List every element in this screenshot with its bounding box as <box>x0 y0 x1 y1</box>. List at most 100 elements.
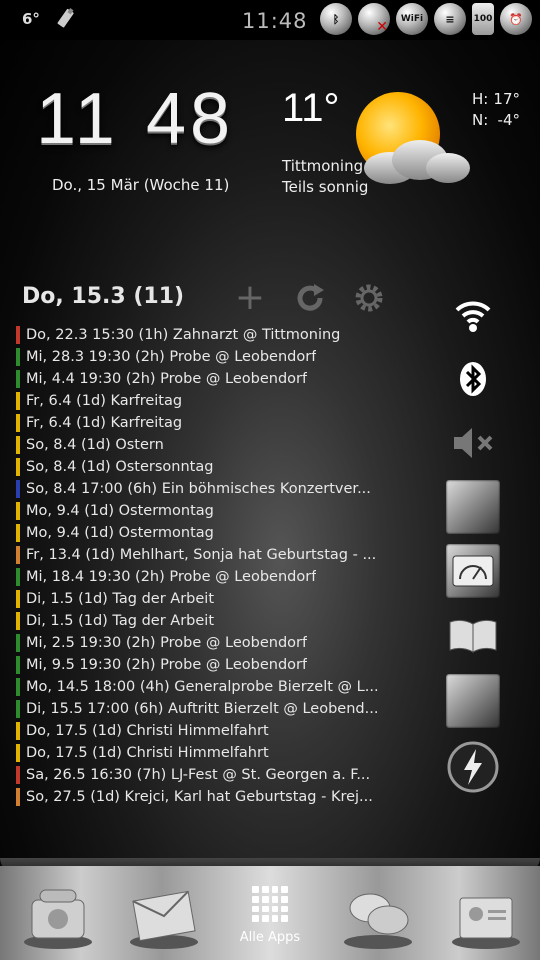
calendar-color-bar <box>16 370 20 388</box>
agenda-event-text: Fr, 13.4 (1d) Mehlhart, Sonja hat Geburt… <box>26 547 377 563</box>
calendar-color-bar <box>16 744 20 762</box>
calendar-color-bar <box>16 436 20 454</box>
agenda-event-text: So, 8.4 17:00 (6h) Ein böhmisches Konzer… <box>26 481 371 497</box>
power-bolt-icon[interactable] <box>446 740 500 794</box>
calendar-color-bar <box>16 546 20 564</box>
signal-icon: ≡ <box>434 3 466 35</box>
low-label: N: <box>472 111 489 129</box>
calendar-color-bar <box>16 700 20 718</box>
all-apps-button[interactable]: Alle Apps <box>234 886 306 945</box>
weather-location-block: Tittmoning Teils sonnig <box>282 156 368 198</box>
book-app-icon[interactable] <box>446 608 500 662</box>
calendar-color-bar <box>16 634 20 652</box>
battery-level: 100 <box>473 14 493 24</box>
weather-condition: Teils sonnig <box>282 178 369 196</box>
home-screen: 6° 11:48 ᛒ ✕ WiFi ≡ 100 ⏰ 11 48 Do., 15 … <box>0 0 540 960</box>
high-label: H: <box>472 90 489 108</box>
agenda-event[interactable]: Mi, 4.4 19:30 (2h) Probe @ Leobendorf <box>16 368 396 390</box>
bluetooth-toggle-icon[interactable] <box>446 352 500 406</box>
clock-hours: 11 <box>36 79 119 159</box>
wifi-toggle-icon[interactable] <box>446 286 500 340</box>
agenda-event-text: Di, 15.5 17:00 (6h) Auftritt Bierzelt @ … <box>26 701 379 717</box>
usb-icon <box>57 8 74 28</box>
add-event-button[interactable]: + <box>232 280 268 316</box>
agenda-event-text: Do, 17.5 (1d) Christi Himmelfahrt <box>26 723 269 739</box>
agenda-event[interactable]: Mi, 2.5 19:30 (2h) Probe @ Leobendorf <box>16 632 396 654</box>
agenda-event[interactable]: Mo, 9.4 (1d) Ostermontag <box>16 500 396 522</box>
agenda-event-text: So, 8.4 (1d) Ostersonntag <box>26 459 214 475</box>
agenda-event[interactable]: So, 8.4 (1d) Ostersonntag <box>16 456 396 478</box>
agenda-header[interactable]: Do, 15.3 (11) <box>22 284 184 309</box>
agenda-event-list: Do, 22.3 15:30 (1h) Zahnarzt @ Tittmonin… <box>16 324 396 808</box>
wifi-icon: WiFi <box>396 3 428 35</box>
calendar-color-bar <box>16 678 20 696</box>
agenda-event-text: Mo, 14.5 18:00 (4h) Generalprobe Bierzel… <box>26 679 379 695</box>
agenda-event-text: Di, 1.5 (1d) Tag der Arbeit <box>26 613 215 629</box>
agenda-event[interactable]: Di, 1.5 (1d) Tag der Arbeit <box>16 588 396 610</box>
agenda-event[interactable]: Di, 1.5 (1d) Tag der Arbeit <box>16 610 396 632</box>
agenda-event[interactable]: Fr, 13.4 (1d) Mehlhart, Sonja hat Geburt… <box>16 544 396 566</box>
status-icons: ᛒ ✕ WiFi ≡ 100 ⏰ <box>320 3 532 35</box>
agenda-event[interactable]: So, 27.5 (1d) Krejci, Karl hat Geburtsta… <box>16 786 396 808</box>
agenda-event[interactable]: Do, 17.5 (1d) Christi Himmelfahrt <box>16 720 396 742</box>
agenda-event-text: Fr, 6.4 (1d) Karfreitag <box>26 415 183 431</box>
bluetooth-icon: ᛒ <box>320 3 352 35</box>
battery-icon: 100 <box>472 3 494 35</box>
calendar-color-bar <box>16 722 20 740</box>
fuel-app-icon[interactable] <box>446 480 500 534</box>
calendar-color-bar <box>16 326 20 344</box>
agenda-event-text: Do, 17.5 (1d) Christi Himmelfahrt <box>26 745 269 761</box>
app-grid-icon <box>252 886 288 922</box>
cloud-icon <box>364 140 470 184</box>
agenda-event[interactable]: Di, 15.5 17:00 (6h) Auftritt Bierzelt @ … <box>16 698 396 720</box>
calendar-color-bar <box>16 656 20 674</box>
email-dock-icon[interactable] <box>128 886 200 950</box>
calendar-color-bar <box>16 788 20 806</box>
mute-toggle-icon[interactable] <box>446 416 500 470</box>
weather-location: Tittmoning <box>282 157 364 175</box>
messaging-dock-icon[interactable] <box>342 886 414 950</box>
agenda-event[interactable]: So, 8.4 (1d) Ostern <box>16 434 396 456</box>
agenda-event-text: Mi, 4.4 19:30 (2h) Probe @ Leobendorf <box>26 371 308 387</box>
agenda-event[interactable]: Mi, 9.5 19:30 (2h) Probe @ Leobendorf <box>16 654 396 676</box>
agenda-event-text: Mi, 28.3 19:30 (2h) Probe @ Leobendorf <box>26 349 317 365</box>
status-bar: 6° 11:48 ᛒ ✕ WiFi ≡ 100 ⏰ <box>0 0 540 40</box>
agenda-event[interactable]: Mi, 28.3 19:30 (2h) Probe @ Leobendorf <box>16 346 396 368</box>
calendar-color-bar <box>16 568 20 586</box>
calendar-color-bar <box>16 766 20 784</box>
agenda-event[interactable]: Mi, 18.4 19:30 (2h) Probe @ Leobendorf <box>16 566 396 588</box>
agenda-event[interactable]: Fr, 6.4 (1d) Karfreitag <box>16 390 396 412</box>
agenda-event[interactable]: Mo, 9.4 (1d) Ostermontag <box>16 522 396 544</box>
calendar-color-bar <box>16 612 20 630</box>
alarm-off-icon: ✕ <box>358 3 390 35</box>
gauge-app-icon[interactable] <box>446 544 500 598</box>
agenda-event[interactable]: Do, 22.3 15:30 (1h) Zahnarzt @ Tittmonin… <box>16 324 396 346</box>
calendar-color-bar <box>16 590 20 608</box>
agenda-event[interactable]: Do, 17.5 (1d) Christi Himmelfahrt <box>16 742 396 764</box>
agenda-event-text: So, 8.4 (1d) Ostern <box>26 437 164 453</box>
agenda-event[interactable]: Mo, 14.5 18:00 (4h) Generalprobe Bierzel… <box>16 676 396 698</box>
gauge-icon <box>452 555 494 587</box>
navigation-app-icon[interactable] <box>446 674 500 728</box>
alarm-clock-icon: ⏰ <box>500 3 532 35</box>
agenda-event[interactable]: Fr, 6.4 (1d) Karfreitag <box>16 412 396 434</box>
weather-hilo: H: 17° N: -4° <box>472 89 520 131</box>
clock-minutes: 48 <box>146 79 235 159</box>
high-value: 17° <box>493 90 520 108</box>
agenda-event-text: Do, 22.3 15:30 (1h) Zahnarzt @ Tittmonin… <box>26 327 341 343</box>
agenda-event[interactable]: So, 8.4 17:00 (6h) Ein böhmisches Konzer… <box>16 478 396 500</box>
calendar-color-bar <box>16 480 20 498</box>
agenda-event-text: Mi, 18.4 19:30 (2h) Probe @ Leobendorf <box>26 569 317 585</box>
agenda-event-text: So, 27.5 (1d) Krejci, Karl hat Geburtsta… <box>26 789 373 805</box>
calendar-color-bar <box>16 524 20 542</box>
calendar-color-bar <box>16 414 20 432</box>
status-time: 11:48 <box>242 9 308 33</box>
phone-dock-icon[interactable] <box>22 886 94 950</box>
contacts-dock-icon[interactable] <box>450 886 522 950</box>
settings-gear-button[interactable] <box>351 280 387 316</box>
weather-temperature[interactable]: 11° <box>282 86 340 131</box>
agenda-event[interactable]: Sa, 26.5 16:30 (7h) LJ-Fest @ St. George… <box>16 764 396 786</box>
all-apps-label: Alle Apps <box>239 930 301 945</box>
refresh-button[interactable] <box>292 280 328 316</box>
agenda-event-text: Mi, 2.5 19:30 (2h) Probe @ Leobendorf <box>26 635 308 651</box>
